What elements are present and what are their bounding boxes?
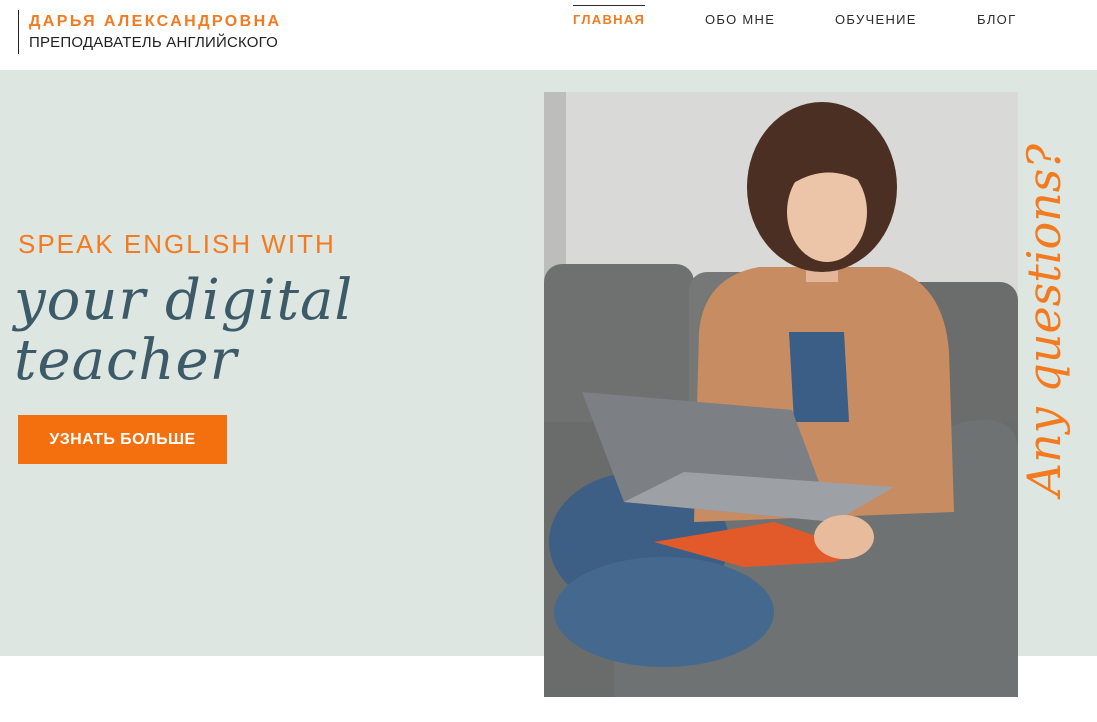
main-nav: ГЛАВНАЯ ОБО МНЕ ОБУЧЕНИЕ БЛОГ: [0, 0, 1097, 40]
nav-item-blog[interactable]: БЛОГ: [977, 12, 1016, 27]
site-header: ДАРЬЯ АЛЕКСАНДРОВНА ПРЕПОДАВАТЕЛЬ АНГЛИЙ…: [0, 0, 1097, 70]
hero-script-line-2: teacher: [14, 328, 238, 393]
any-questions-text[interactable]: Any questions?: [1017, 144, 1071, 496]
learn-more-button[interactable]: УЗНАТЬ БОЛЬШЕ: [18, 415, 227, 464]
nav-item-about[interactable]: ОБО МНЕ: [705, 12, 775, 27]
teacher-photo-illustration: [544, 92, 1018, 697]
hero-script-line-1: your digital: [14, 268, 354, 333]
hero-tagline: SPEAK ENGLISH WITH: [18, 229, 336, 259]
nav-item-learning[interactable]: ОБУЧЕНИЕ: [835, 12, 917, 27]
teacher-photo: [544, 92, 1018, 697]
nav-item-home[interactable]: ГЛАВНАЯ: [573, 5, 646, 27]
